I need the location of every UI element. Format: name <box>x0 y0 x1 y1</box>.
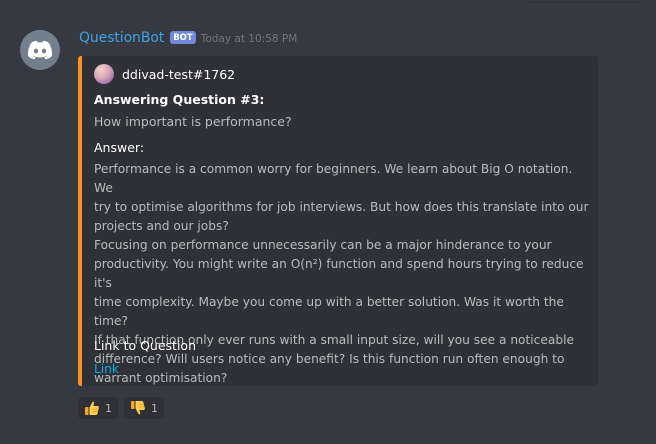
user-avatar-icon <box>94 64 114 84</box>
message-header: QuestionBot BOT Today at 10:58 PM <box>79 28 297 48</box>
bot-avatar[interactable] <box>20 30 60 70</box>
question-link[interactable]: Link <box>94 360 594 379</box>
embed-author: ddivad-test#1762 <box>94 64 235 84</box>
previous-message-edge <box>528 0 640 3</box>
embed-author-name: ddivad-test#1762 <box>122 66 236 82</box>
message-embed: ddivad-test#1762 Answering Question #3: … <box>78 56 598 386</box>
answer-field-name: Answer: <box>94 140 145 155</box>
bot-username[interactable]: QuestionBot <box>79 30 164 46</box>
reactions-bar: 1 1 <box>78 397 170 419</box>
message-timestamp[interactable]: Today at 10:58 PM <box>201 33 298 45</box>
thumbs-up-icon <box>85 401 99 415</box>
reaction-thumbs-down[interactable]: 1 <box>124 397 164 419</box>
answer-field-value: Performance is a common worry for beginn… <box>94 160 594 388</box>
answer-line: Focusing on performance unnecessarily ca… <box>94 238 552 252</box>
answer-line: Performance is a common worry for beginn… <box>94 162 573 195</box>
answer-line: time complexity. Maybe you come up with … <box>94 295 564 328</box>
embed-title: Answering Question #3: <box>94 92 265 107</box>
thumbs-down-icon <box>131 401 145 415</box>
reaction-count: 1 <box>151 401 158 415</box>
answer-line: try to optimise algorithms for job inter… <box>94 200 589 214</box>
answer-line: projects and our jobs? <box>94 219 229 233</box>
discord-logo-icon <box>27 40 53 60</box>
embed-description: How important is performance? <box>94 114 292 129</box>
bot-tag-badge: BOT <box>170 30 196 44</box>
reaction-count: 1 <box>105 401 112 415</box>
answer-line: productivity. You might write an O(n²) f… <box>94 257 584 290</box>
reaction-thumbs-up[interactable]: 1 <box>78 397 118 419</box>
link-field-name: Link to Question <box>94 338 197 353</box>
